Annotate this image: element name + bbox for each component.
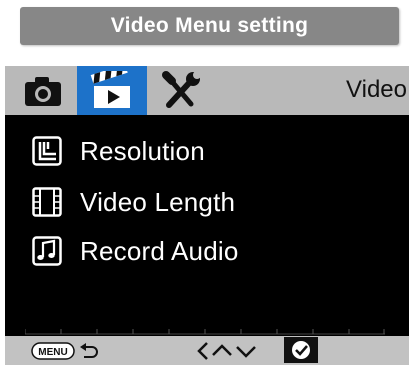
- chevron-down-icon: [236, 346, 256, 358]
- wrench-screwdriver-icon: [162, 70, 201, 108]
- banner-title: Video Menu setting: [110, 14, 309, 37]
- camera-icon: [25, 76, 61, 106]
- menu-back-button[interactable]: MENU: [31, 342, 103, 360]
- menu-header-title: Video: [346, 76, 407, 103]
- menu-item-label: Resolution: [80, 135, 205, 166]
- menu-item-video-length[interactable]: Video Length: [30, 184, 235, 220]
- confirm-check-icon: [284, 337, 318, 363]
- tab-tools[interactable]: [151, 66, 213, 115]
- tab-video[interactable]: [77, 66, 147, 115]
- menu-item-label: Record Audio: [80, 235, 239, 266]
- menu-key-label: MENU: [38, 347, 67, 358]
- chevron-up-icon: [212, 344, 232, 356]
- menu-back-icon: MENU: [31, 342, 98, 360]
- tab-camera[interactable]: [15, 66, 71, 115]
- music-note-icon: [30, 234, 64, 268]
- menu-item-label: Video Length: [80, 186, 236, 217]
- resolution-icon: [30, 134, 64, 168]
- button-hint-bar: MENU: [5, 336, 409, 365]
- clapperboard-icon: [90, 70, 130, 108]
- scroll-scale: [25, 329, 385, 335]
- tab-bar: Video: [5, 66, 409, 115]
- confirm-button[interactable]: [284, 337, 318, 363]
- menu-item-record-audio[interactable]: Record Audio: [30, 233, 239, 269]
- menu-item-resolution[interactable]: Resolution: [30, 133, 205, 169]
- chevron-left-icon: [197, 342, 208, 360]
- navigation-keys: [195, 340, 257, 362]
- menu-title-banner: Video Menu setting: [20, 7, 399, 45]
- film-strip-icon: [30, 185, 64, 219]
